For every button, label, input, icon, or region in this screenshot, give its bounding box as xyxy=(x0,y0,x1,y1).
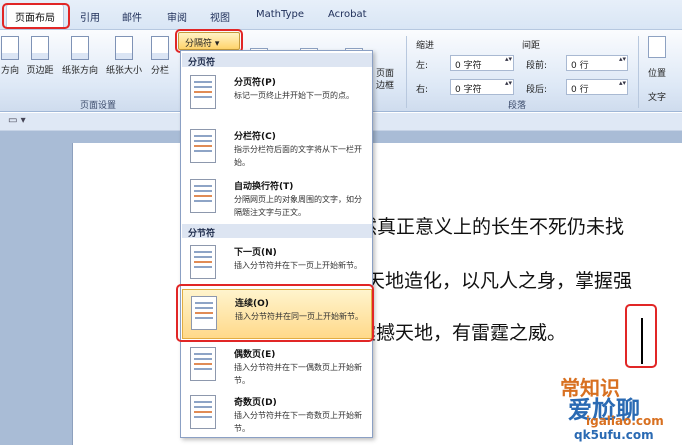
menu-item-continuous[interactable]: 连续(O) 插入分节符并在同一页上开始新节。 xyxy=(182,289,372,339)
indent-right-input[interactable]: 0 字符 xyxy=(450,79,514,95)
ribbon-separator xyxy=(406,36,407,108)
menu-item-desc: 标记一页终止并开始下一页的点。 xyxy=(234,91,354,100)
tab-mailings[interactable]: 邮件 xyxy=(122,9,142,24)
menu-item-desc: 插入分节符并在下一偶数页上开始新节。 xyxy=(234,363,362,385)
document-line: 天地造化，以凡人之身，掌握强 xyxy=(366,270,633,292)
columns-icon xyxy=(151,36,169,60)
menu-section-page-breaks: 分页符 xyxy=(182,53,372,68)
menu-item-desc: 插入分节符并在下一奇数页上开始新节。 xyxy=(234,411,362,433)
menu-item-desc: 插入分节符并在下一页上开始新节。 xyxy=(234,261,362,270)
ribbon-tab-bar: 页面布局 引用 邮件 审阅 视图 MathType Acrobat xyxy=(0,0,682,30)
menu-item-title: 下一页(N) xyxy=(234,248,277,258)
wrap-text-label: 文字 xyxy=(648,93,667,103)
menu-section-section-breaks: 分节符 xyxy=(182,224,372,239)
columns-label: 分栏 xyxy=(150,66,169,76)
orientation-button[interactable]: 纸张方向 xyxy=(57,36,103,76)
continuous-icon xyxy=(191,296,217,330)
even-page-icon xyxy=(190,347,216,381)
breaks-button[interactable]: 分隔符 ▾ xyxy=(178,32,240,50)
spacing-label: 间距 xyxy=(522,41,541,51)
menu-item-text-wrapping[interactable]: 自动换行符(T) 分隔网页上的对象周围的文字，如分隔题注文字与正文。 xyxy=(182,173,372,229)
size-icon xyxy=(115,36,133,60)
size-label: 纸张大小 xyxy=(105,66,142,76)
position-label: 位置 xyxy=(648,69,667,79)
document-line: 然真正意义上的长生不死仍未找 xyxy=(358,216,625,238)
spacing-after-label: 段后: xyxy=(526,85,548,95)
indent-label: 缩进 xyxy=(416,41,435,51)
watermark-url-2: qk5ufu.com xyxy=(574,428,654,442)
menu-item-title: 自动换行符(T) xyxy=(234,182,294,192)
menu-item-column-break[interactable]: 分栏符(C) 指示分栏符后面的文字将从下一栏开始。 xyxy=(182,123,372,179)
margins-icon xyxy=(31,36,49,60)
orientation-label: 纸张方向 xyxy=(61,66,98,76)
menu-item-desc: 分隔网页上的对象周围的文字，如分隔题注文字与正文。 xyxy=(234,195,362,217)
menu-item-next-page[interactable]: 下一页(N) 插入分节符并在下一页上开始新节。 xyxy=(182,239,372,295)
tab-mathtype[interactable]: MathType xyxy=(256,9,304,20)
page-border-label: 页面 边框 xyxy=(376,69,395,91)
menu-item-title: 偶数页(E) xyxy=(234,350,276,360)
tab-review[interactable]: 审阅 xyxy=(167,9,187,24)
menu-item-title: 分页符(P) xyxy=(234,78,276,88)
breaks-label: 分隔符 xyxy=(185,39,213,49)
breaks-dropdown-menu: 分页符 分页符(P) 标记一页终止并开始下一页的点。 分栏符(C) 指示分栏符后… xyxy=(180,50,373,438)
text-wrapping-icon xyxy=(190,179,216,213)
menu-item-desc: 指示分栏符后面的文字将从下一栏开始。 xyxy=(234,145,362,167)
text-direction-icon xyxy=(1,36,19,60)
ruler-toggle-icon[interactable]: ▭ ▾ xyxy=(8,115,26,126)
watermark-url: igaliao.com xyxy=(586,414,664,428)
orientation-icon xyxy=(71,36,89,60)
menu-item-odd-page[interactable]: 奇数页(D) 插入分节符并在下一奇数页上开始新节。 xyxy=(182,389,372,437)
page-break-icon xyxy=(190,75,216,109)
size-button[interactable]: 纸张大小 xyxy=(101,36,147,76)
menu-item-title: 分栏符(C) xyxy=(234,132,276,142)
text-cursor xyxy=(641,318,643,364)
tab-acrobat[interactable]: Acrobat xyxy=(328,9,367,20)
menu-item-desc: 插入分节符并在同一页上开始新节。 xyxy=(235,312,363,321)
ribbon-separator xyxy=(638,36,639,108)
text-direction-label: 方向 xyxy=(0,66,19,76)
margins-button[interactable]: 页边距 xyxy=(20,36,60,76)
menu-item-title: 连续(O) xyxy=(235,299,269,309)
columns-button[interactable]: 分栏 xyxy=(145,36,175,76)
odd-page-icon xyxy=(190,395,216,429)
paragraph-group-label: 段落 xyxy=(508,101,527,111)
page-setup-group-label: 页面设置 xyxy=(80,101,117,111)
column-break-icon xyxy=(190,129,216,163)
tab-page-layout[interactable]: 页面布局 xyxy=(6,4,64,28)
menu-item-even-page[interactable]: 偶数页(E) 插入分节符并在下一偶数页上开始新节。 xyxy=(182,341,372,389)
position-icon-button[interactable] xyxy=(648,36,666,58)
tab-view[interactable]: 视图 xyxy=(210,9,230,24)
tab-references[interactable]: 引用 xyxy=(80,9,100,24)
spacing-before-input[interactable]: 0 行 xyxy=(566,55,628,71)
spacing-after-input[interactable]: 0 行 xyxy=(566,79,628,95)
indent-left-input[interactable]: 0 字符 xyxy=(450,55,514,71)
next-page-icon xyxy=(190,245,216,279)
menu-item-title: 奇数页(D) xyxy=(234,398,277,408)
margins-label: 页边距 xyxy=(26,66,54,76)
indent-left-label: 左: xyxy=(416,61,429,71)
spacing-before-label: 段前: xyxy=(526,61,548,71)
menu-item-page-break[interactable]: 分页符(P) 标记一页终止并开始下一页的点。 xyxy=(182,69,372,125)
indent-right-label: 右: xyxy=(416,85,429,95)
